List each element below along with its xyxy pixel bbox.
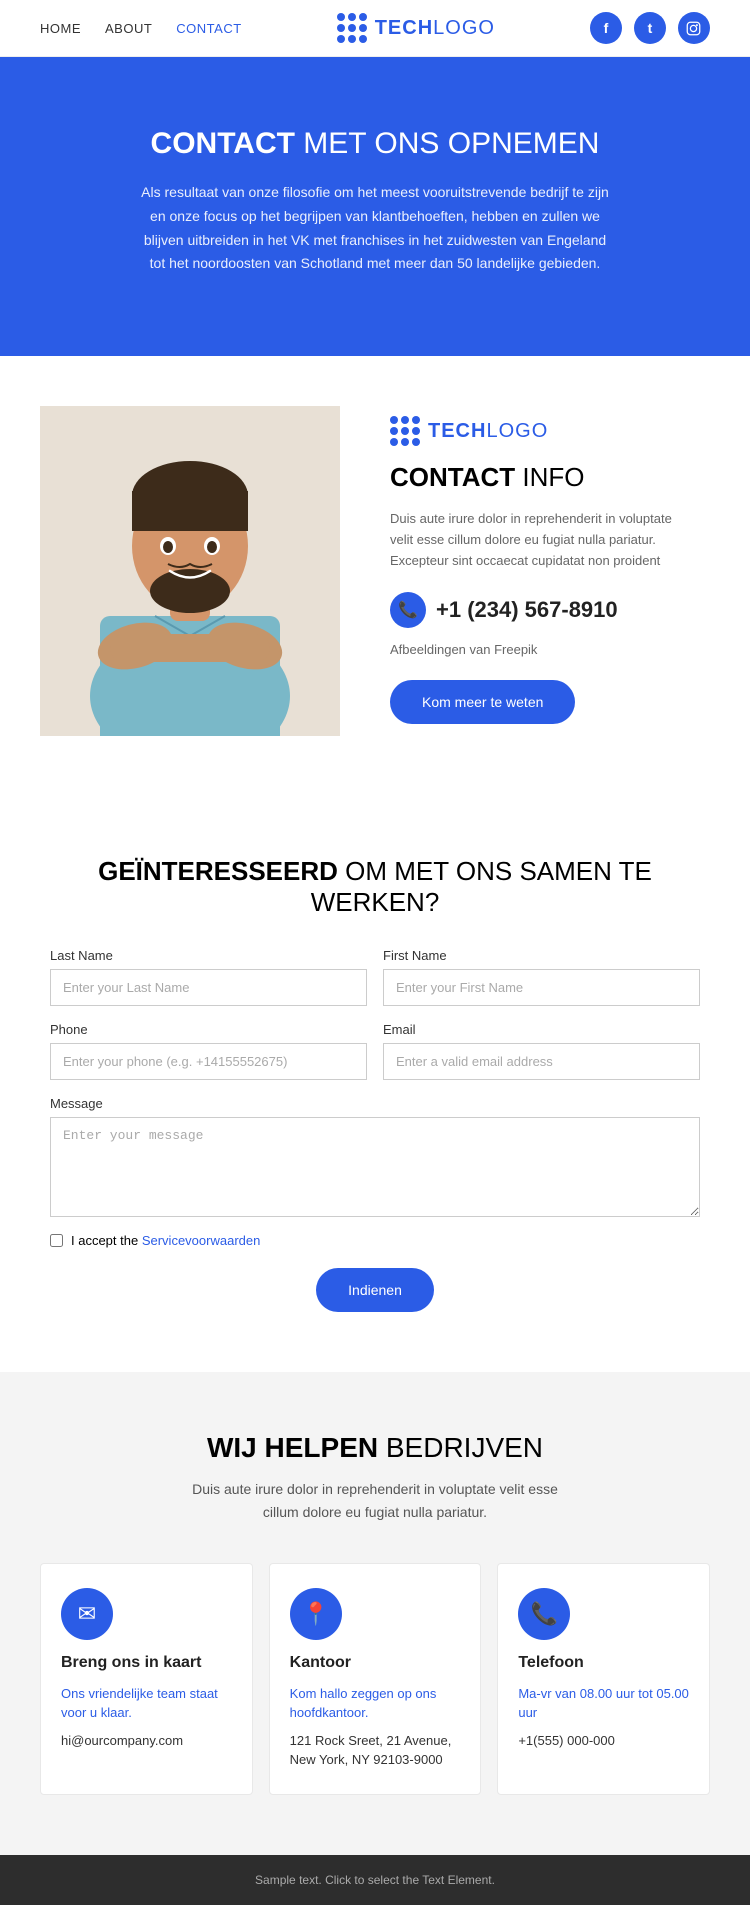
checkbox-text: I accept the Servicevoorwaarden <box>71 1233 260 1248</box>
card-phone: 📞 Telefoon Ma-vr van 08.00 uur tot 05.00… <box>497 1563 710 1795</box>
card-phone-icon: 📞 <box>518 1588 570 1640</box>
help-description: Duis aute irure dolor in reprehenderit i… <box>175 1478 575 1523</box>
terms-link[interactable]: Servicevoorwaarden <box>142 1233 261 1248</box>
contact-logo: TECHLOGO <box>390 416 680 446</box>
card-office-link[interactable]: Kom hallo zeggen op ons hoofdkantoor. <box>290 1684 461 1723</box>
phone-group: Phone <box>50 1022 367 1080</box>
form-section: GEÏNTERESSEERD OM MET ONS SAMEN TE WERKE… <box>0 796 750 1372</box>
card-phone-text: +1(555) 000-000 <box>518 1731 689 1751</box>
email-label: Email <box>383 1022 700 1037</box>
message-label: Message <box>50 1096 700 1111</box>
form-submit-area: Indienen <box>50 1268 700 1312</box>
nav-contact[interactable]: CONTACT <box>176 21 241 36</box>
last-name-label: Last Name <box>50 948 367 963</box>
hero-description: Als resultaat van onze filosofie om het … <box>135 181 615 276</box>
email-input[interactable] <box>383 1043 700 1080</box>
contact-info-section: TECHLOGO CONTACT INFO Duis aute irure do… <box>0 356 750 796</box>
terms-checkbox[interactable] <box>50 1234 63 1247</box>
card-email-title: Breng ons in kaart <box>61 1654 232 1672</box>
help-section: WIJ HELPEN BEDRIJVEN Duis aute irure dol… <box>0 1372 750 1855</box>
contact-info-title: CONTACT INFO <box>390 462 680 493</box>
footer-text: Sample text. Click to select the Text El… <box>255 1873 495 1887</box>
hero-section: CONTACT MET ONS OPNEMEN Als resultaat va… <box>0 57 750 356</box>
form-title: GEÏNTERESSEERD OM MET ONS SAMEN TE WERKE… <box>50 856 700 918</box>
hero-title: CONTACT MET ONS OPNEMEN <box>80 127 670 161</box>
contact-logo-dots <box>390 416 420 446</box>
phone-row: 📞 +1 (234) 567-8910 <box>390 592 680 628</box>
card-email-text: hi@ourcompany.com <box>61 1731 232 1751</box>
name-row: Last Name First Name <box>50 948 700 1006</box>
nav-links: HOME ABOUT CONTACT <box>40 21 242 36</box>
email-group: Email <box>383 1022 700 1080</box>
social-icons: f t <box>590 12 710 44</box>
card-phone-link[interactable]: Ma-vr van 08.00 uur tot 05.00 uur <box>518 1684 689 1723</box>
contact-details: TECHLOGO CONTACT INFO Duis aute irure do… <box>350 406 710 746</box>
twitter-icon[interactable]: t <box>634 12 666 44</box>
facebook-icon[interactable]: f <box>590 12 622 44</box>
submit-button[interactable]: Indienen <box>316 1268 434 1312</box>
attribution: Afbeeldingen van Freepik <box>390 640 680 661</box>
card-office: 📍 Kantoor Kom hallo zeggen op ons hoofdk… <box>269 1563 482 1795</box>
phone-icon: 📞 <box>390 592 426 628</box>
first-name-input[interactable] <box>383 969 700 1006</box>
first-name-label: First Name <box>383 948 700 963</box>
card-office-text: 121 Rock Sreet, 21 Avenue, New York, NY … <box>290 1731 461 1770</box>
message-input[interactable] <box>50 1117 700 1217</box>
terms-checkbox-row: I accept the Servicevoorwaarden <box>50 1233 700 1248</box>
contact-logo-text: TECHLOGO <box>428 420 548 443</box>
phone-number: +1 (234) 567-8910 <box>436 597 618 623</box>
phone-label: Phone <box>50 1022 367 1037</box>
email-icon: ✉ <box>61 1588 113 1640</box>
person-photo <box>40 406 340 736</box>
last-name-input[interactable] <box>50 969 367 1006</box>
contact-info-description: Duis aute irure dolor in reprehenderit i… <box>390 509 680 571</box>
person-image <box>40 406 350 746</box>
message-group: Message <box>50 1096 700 1217</box>
card-phone-title: Telefoon <box>518 1654 689 1672</box>
phone-input[interactable] <box>50 1043 367 1080</box>
first-name-group: First Name <box>383 948 700 1006</box>
last-name-group: Last Name <box>50 948 367 1006</box>
navbar: HOME ABOUT CONTACT TECHLOGO f t <box>0 0 750 57</box>
logo-dots-icon <box>337 13 367 43</box>
contact-form: Last Name First Name Phone Email Message <box>50 948 700 1312</box>
card-office-title: Kantoor <box>290 1654 461 1672</box>
location-icon: 📍 <box>290 1588 342 1640</box>
nav-logo: TECHLOGO <box>337 13 495 43</box>
contact-row: Phone Email <box>50 1022 700 1080</box>
help-title: WIJ HELPEN BEDRIJVEN <box>40 1432 710 1464</box>
help-cards: ✉ Breng ons in kaart Ons vriendelijke te… <box>40 1563 710 1795</box>
instagram-icon[interactable] <box>678 12 710 44</box>
card-email-link[interactable]: Ons vriendelijke team staat voor u klaar… <box>61 1684 232 1723</box>
logo-text: TECHLOGO <box>375 17 495 40</box>
footer: Sample text. Click to select the Text El… <box>0 1855 750 1905</box>
learn-more-button[interactable]: Kom meer te weten <box>390 680 575 724</box>
card-email: ✉ Breng ons in kaart Ons vriendelijke te… <box>40 1563 253 1795</box>
nav-about[interactable]: ABOUT <box>105 21 152 36</box>
nav-home[interactable]: HOME <box>40 21 81 36</box>
